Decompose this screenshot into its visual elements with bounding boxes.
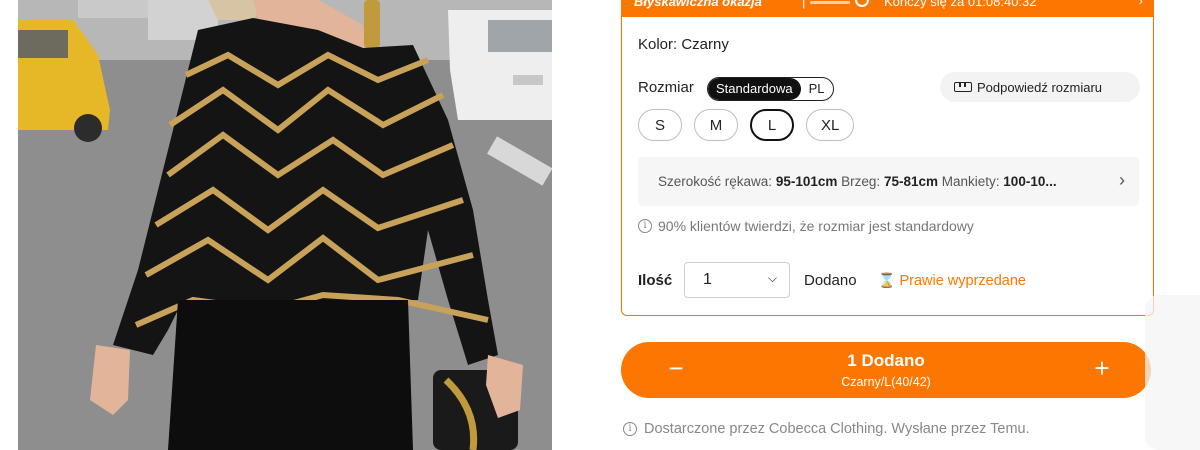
size-hint-label: Podpowiedź rozmiaru bbox=[977, 79, 1103, 95]
cart-button-subtitle: Czarny/L(40/42) bbox=[841, 375, 931, 389]
product-photo-illustration bbox=[18, 0, 552, 450]
flash-sale-title: Błyskawiczna okazja bbox=[634, 0, 762, 9]
sleeve-label: Szerokość rękawa: bbox=[658, 174, 773, 189]
chevron-right-icon[interactable]: › bbox=[1139, 0, 1143, 8]
info-icon: i bbox=[638, 219, 652, 233]
flash-sale-progress bbox=[810, 1, 850, 4]
product-options-panel: Błyskawiczna okazja | Kończy się za 01:0… bbox=[621, 0, 1154, 316]
added-label: Dodano bbox=[804, 272, 857, 289]
side-panel-edge bbox=[1145, 295, 1200, 450]
hem-label: Brzeg: bbox=[841, 174, 881, 189]
clock-icon bbox=[855, 0, 869, 7]
chevron-right-icon: › bbox=[1119, 170, 1125, 190]
size-system-toggle[interactable]: Standardowa PL bbox=[707, 77, 834, 101]
quantity-value: 1 bbox=[703, 271, 712, 288]
size-option-m[interactable]: M bbox=[694, 109, 738, 141]
cuffs-label: Mankiety: bbox=[941, 174, 1000, 189]
size-label: Rozmiar bbox=[638, 79, 694, 96]
supplier-note-text: Dostarczone przez Cobecca Clothing. Wysł… bbox=[644, 421, 1030, 437]
size-hint-button[interactable]: Podpowiedź rozmiaru bbox=[940, 72, 1140, 102]
cuffs-value: 100-10... bbox=[1003, 174, 1057, 189]
flash-sale-banner[interactable]: Błyskawiczna okazja | Kończy się za 01:0… bbox=[622, 0, 1153, 17]
supplier-note: i Dostarczone przez Cobecca Clothing. Wy… bbox=[623, 421, 1030, 437]
size-option-s[interactable]: S bbox=[638, 109, 682, 141]
hem-value: 75-81cm bbox=[883, 174, 938, 189]
almost-sold-out-badge: ⌛ Prawie wyprzedane bbox=[878, 272, 1026, 289]
almost-sold-out-text: Prawie wyprzedane bbox=[899, 272, 1026, 289]
size-system-standard[interactable]: Standardowa bbox=[708, 78, 801, 100]
product-image[interactable] bbox=[18, 0, 552, 450]
flash-sale-timer: Kończy się za 01:08:40:32 bbox=[884, 0, 1037, 9]
ruler-icon bbox=[954, 82, 972, 92]
quantity-label: Ilość bbox=[638, 272, 673, 289]
add-to-cart-button[interactable]: − 1 Dodano Czarny/L(40/42) + bbox=[621, 342, 1151, 398]
size-system-pl[interactable]: PL bbox=[801, 78, 833, 100]
hourglass-icon: ⌛ bbox=[878, 272, 896, 288]
cart-button-title: 1 Dodano bbox=[847, 351, 925, 370]
increase-quantity-button[interactable]: + bbox=[1089, 354, 1115, 384]
fit-note-text: 90% klientów twierdzi, że rozmiar jest s… bbox=[658, 218, 974, 234]
sleeve-value: 95-101cm bbox=[775, 174, 838, 189]
size-option-xl[interactable]: XL bbox=[806, 109, 855, 141]
quantity-select[interactable]: 1 ⌵ bbox=[684, 262, 790, 298]
fit-note: i 90% klientów twierdzi, że rozmiar jest… bbox=[638, 218, 974, 234]
flash-sale-separator: | bbox=[802, 0, 806, 9]
color-label: Kolor: Czarny bbox=[638, 36, 729, 53]
size-option-l[interactable]: L bbox=[750, 109, 794, 141]
size-options: S M L XL bbox=[638, 109, 855, 141]
info-icon: i bbox=[623, 422, 637, 436]
size-measurements[interactable]: Szerokość rękawa: 95-101cm Brzeg: 75-81c… bbox=[638, 157, 1139, 206]
chevron-down-icon: ⌵ bbox=[767, 271, 777, 285]
